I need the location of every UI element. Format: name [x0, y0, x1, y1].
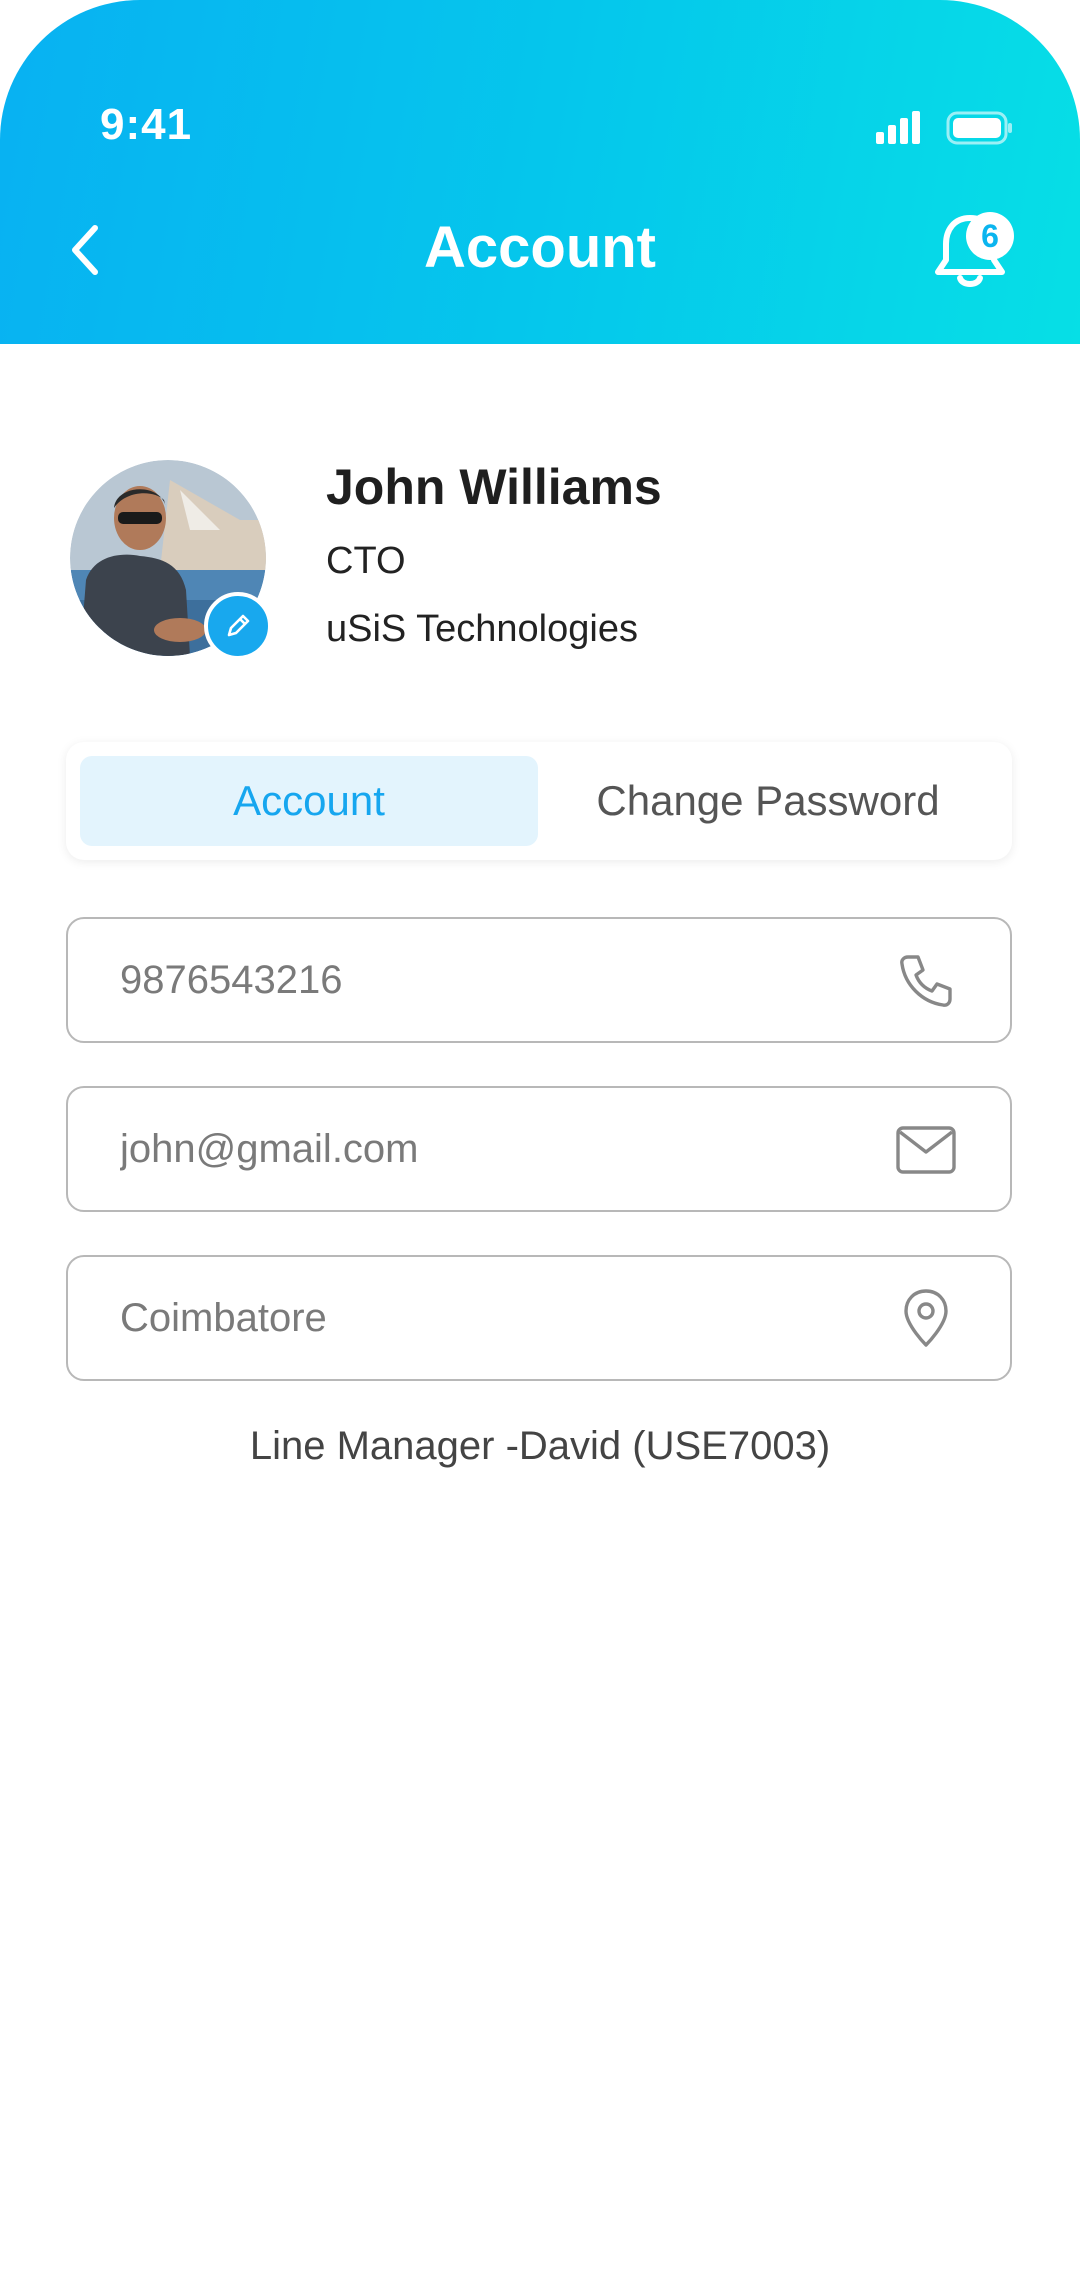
- profile-company: uSiS Technologies: [326, 608, 638, 650]
- notification-badge: 6: [966, 212, 1014, 260]
- location-pin-icon: [904, 1289, 948, 1347]
- mail-icon: [896, 1126, 956, 1174]
- page-title: Account: [424, 215, 656, 280]
- tab-bar: Account Change Password: [66, 742, 1012, 860]
- status-icons: [876, 111, 1012, 145]
- signal-bars-icon: [876, 111, 920, 144]
- email-field[interactable]: [66, 1086, 1012, 1212]
- phone-field[interactable]: [66, 917, 1012, 1043]
- phone-input[interactable]: [120, 919, 880, 1041]
- line-manager-text: Line Manager -David (USE7003): [249, 1424, 831, 1468]
- edit-avatar-button[interactable]: [204, 592, 272, 660]
- email-input[interactable]: [120, 1088, 880, 1210]
- tab-change-password[interactable]: Change Password: [538, 756, 998, 846]
- pencil-icon: [227, 614, 250, 637]
- profile-name: John Williams: [326, 459, 662, 515]
- location-input[interactable]: [120, 1257, 880, 1379]
- status-time: 9:41: [100, 100, 193, 149]
- tab-account[interactable]: Account: [80, 756, 538, 846]
- profile-role: CTO: [326, 540, 406, 582]
- app-header: 9:41 Account 6: [0, 0, 1080, 344]
- location-field[interactable]: [66, 1255, 1012, 1381]
- battery-icon: [946, 111, 1012, 145]
- phone-icon: [900, 955, 952, 1007]
